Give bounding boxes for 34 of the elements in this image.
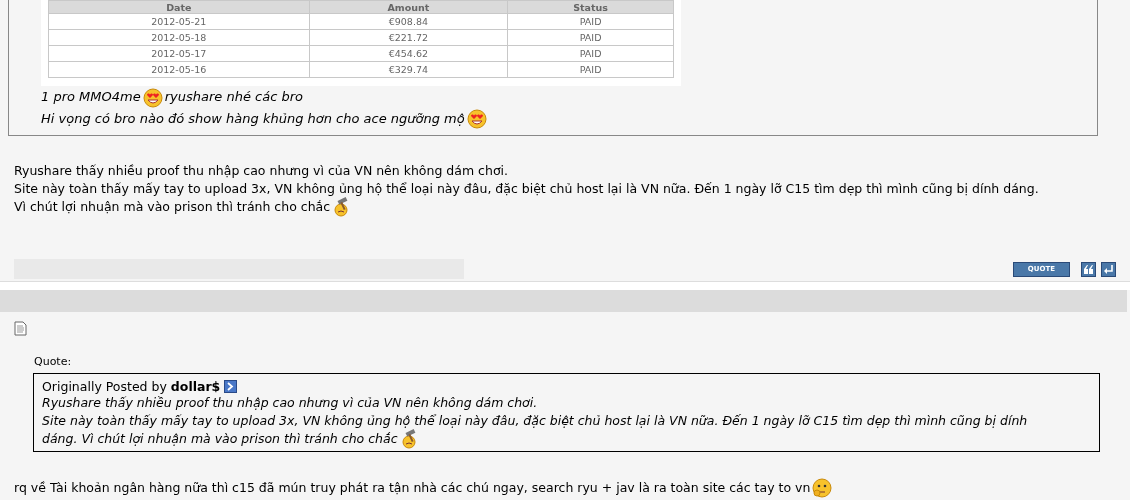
quote-text: Site này toàn thấy mấy tay to upload 3x, VN không ủng hộ thể loại này đâu, đặc biệt chủ host lại là VN nữa. Đến 1 ngày lỡ C15 tìm dẹp thì mình cũng bị dính [42, 412, 1028, 428]
table-cell: 2012-05-18 [48, 29, 310, 46]
table-cell: €329.74 [309, 61, 508, 78]
quote-text: 1 pro MMO4me [41, 89, 141, 104]
table-cell: PAID [507, 61, 674, 78]
column-header: Amount [309, 0, 508, 14]
table-cell: €908.84 [309, 13, 508, 30]
column-header: Status [507, 0, 674, 14]
quote-label: Quote: [34, 355, 73, 369]
post-text: rq về Tài khoản ngân hàng nữa thì c15 đã mún truy phát ra tận nhà các chú ngay, search ryu + jav là ra toàn site các tay to vn [14, 479, 811, 495]
table-cell: PAID [507, 13, 674, 30]
post-text: Vì chút lợi nhuận mà vào prison thì tránh cho chắc [14, 198, 331, 214]
thinking-smiley-icon [812, 478, 833, 498]
heart-eyes-smiley-icon [142, 87, 163, 108]
table-cell: PAID [507, 45, 674, 62]
posted-by-label: Originally Posted by [42, 379, 167, 394]
quote-text: Hi vọng có bro nào đó show hàng khủng hơn cho ace ngưỡng mộ [41, 110, 465, 126]
quote-text: dáng. Vì chút lợi nhuận mà vào prison thì tránh cho chắc [42, 430, 398, 446]
column-header: Date [48, 0, 310, 14]
table-cell: 2012-05-17 [48, 45, 310, 62]
table-cell: 2012-05-16 [48, 61, 310, 78]
table-cell: PAID [507, 29, 674, 46]
quote-text: ryushare nhé các bro [164, 89, 303, 104]
quote-text: Ryushare thấy nhiều proof thu nhập cao nhưng vì của VN nên không dám chơi. [42, 395, 538, 410]
table-cell: €454.62 [309, 45, 508, 62]
heart-eyes-smiley-icon [466, 109, 487, 129]
post-text: Site này toàn thấy mấy tay to upload 3x, VN không ủng hộ thể loại này đâu, đặc biệt chủ host lại là VN nữa. Đến 1 ngày lỡ C15 tìm dẹp thì mình cũng bị dính dáng. [14, 180, 1039, 196]
table-cell: €221.72 [309, 29, 508, 46]
table-cell: 2012-05-21 [48, 13, 310, 30]
post-text: Ryushare thấy nhiều proof thu nhập cao nhưng vì của VN nên không dám chơi. [14, 163, 508, 178]
quick-reply-button[interactable] [1101, 261, 1116, 277]
author-name: dollar$ [170, 379, 221, 394]
multi-quote-button[interactable] [1081, 261, 1096, 277]
document-icon [14, 321, 27, 336]
